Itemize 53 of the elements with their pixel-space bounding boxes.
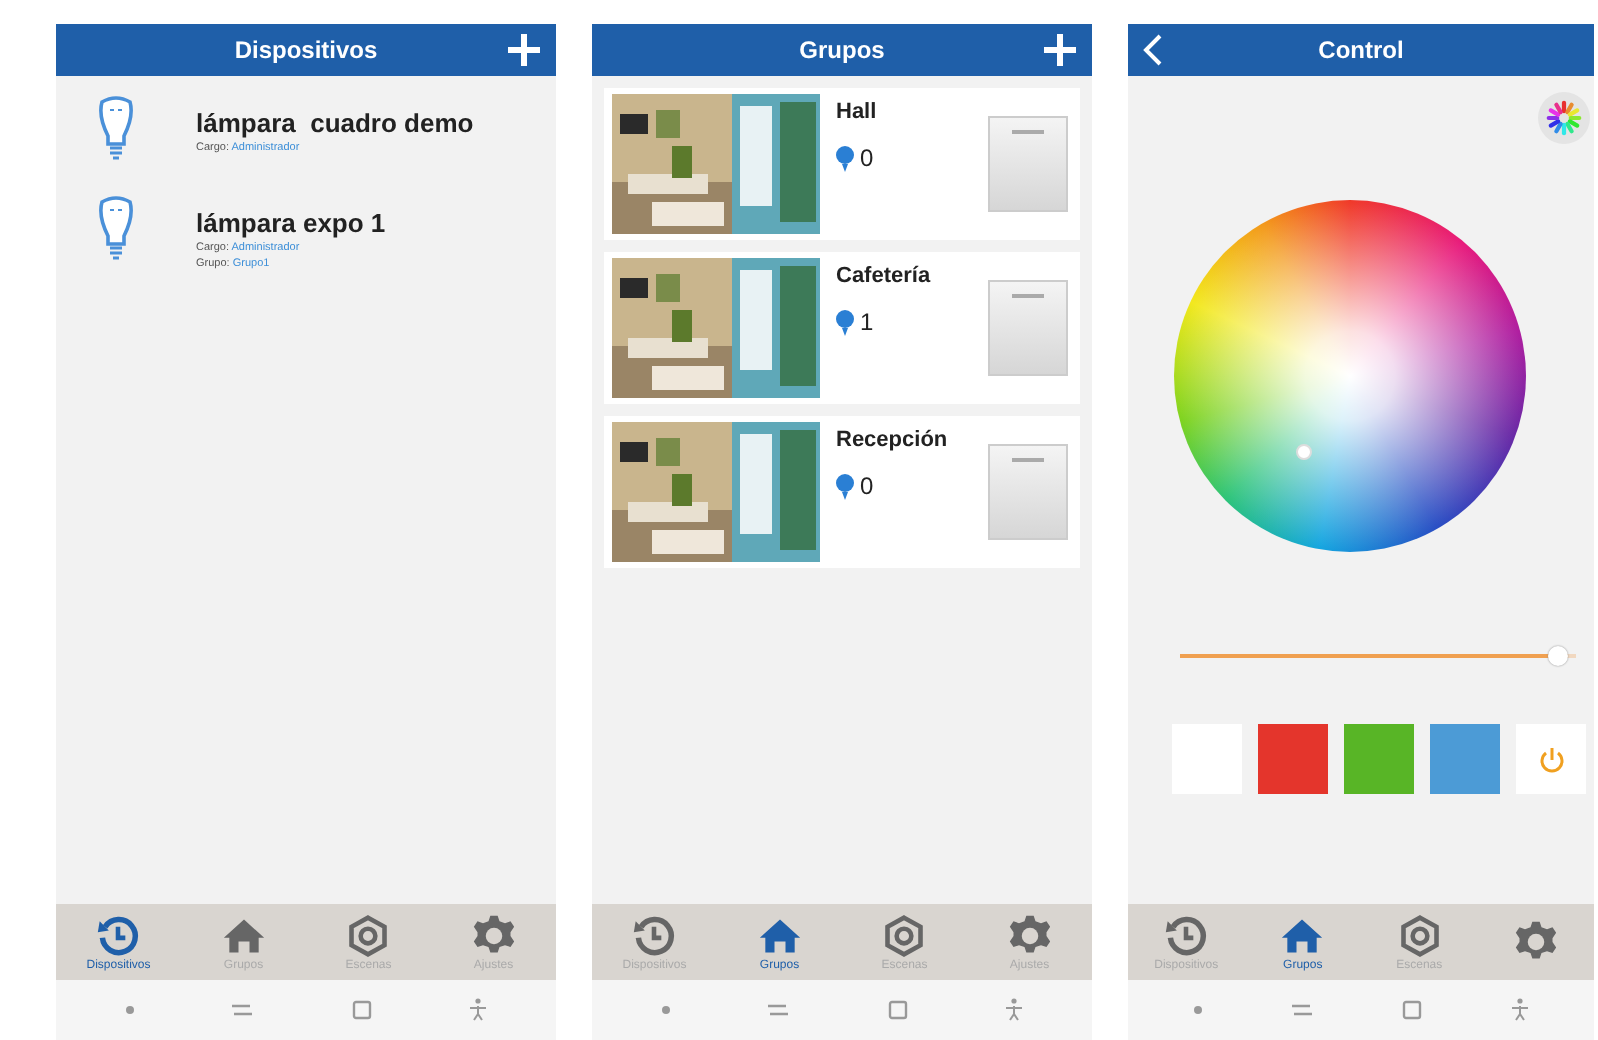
add-button[interactable] [1040, 30, 1080, 70]
recent-apps-icon[interactable] [1291, 1002, 1312, 1018]
color-palette-button[interactable] [1538, 92, 1590, 144]
slider-thumb[interactable] [1548, 646, 1569, 666]
device-count: 0 [860, 472, 874, 500]
color-swatch[interactable] [1344, 724, 1414, 794]
screen-title: Control [1318, 36, 1404, 64]
history-icon [96, 913, 141, 957]
recent-apps-icon[interactable] [232, 1002, 253, 1018]
device-name[interactable]: lámpara expo 1 [196, 208, 386, 238]
bulb-pin-icon [836, 309, 854, 335]
add-button[interactable] [504, 30, 544, 70]
switch-button[interactable] [988, 280, 1068, 376]
accessibility-icon[interactable] [1512, 998, 1529, 1022]
gear-icon [1513, 920, 1558, 964]
group-card[interactable]: Hall 0 [604, 88, 1080, 240]
gear-icon [1007, 913, 1052, 957]
device-count: 0 [860, 144, 874, 172]
screen-title: Grupos [799, 36, 885, 64]
group-name: Cafetería [836, 264, 933, 288]
power-icon [1537, 745, 1565, 773]
bulb-pin-icon [836, 473, 854, 499]
hexagon-icon [346, 913, 391, 957]
light-bulb-icon[interactable] [96, 96, 136, 160]
accessibility-icon[interactable] [470, 998, 487, 1022]
dot-icon[interactable] [661, 1006, 670, 1014]
bulb-pin-icon [836, 145, 854, 171]
home-square-icon[interactable] [1402, 1000, 1423, 1020]
color-swatch[interactable] [1430, 724, 1500, 794]
power-button[interactable] [1516, 724, 1586, 794]
switch-button[interactable] [988, 116, 1068, 212]
home-square-icon[interactable] [351, 1000, 372, 1020]
group-name: Hall [836, 100, 879, 124]
dot-icon[interactable] [1193, 1006, 1202, 1014]
recent-apps-icon[interactable] [768, 1002, 789, 1018]
accessibility-icon[interactable] [1006, 998, 1023, 1022]
group-card[interactable]: Cafetería 1 [604, 252, 1080, 404]
device-count: 1 [860, 308, 874, 336]
device-name[interactable]: lámpara cuadro demo [196, 108, 474, 138]
dot-icon[interactable] [125, 1006, 134, 1014]
hexagon-icon [1397, 913, 1442, 957]
hexagon-icon [882, 913, 927, 957]
light-bulb-icon[interactable] [96, 196, 136, 260]
group-card[interactable]: Recepción 0 [604, 416, 1080, 568]
color-swatch[interactable] [1258, 724, 1328, 794]
switch-button[interactable] [988, 444, 1068, 540]
brightness-slider[interactable] [1180, 644, 1576, 668]
history-icon [1164, 913, 1209, 957]
history-icon [632, 913, 677, 957]
group-name: Recepción [836, 428, 950, 452]
gear-icon [471, 913, 516, 957]
home-square-icon[interactable] [887, 1000, 908, 1020]
screen-title: Dispositivos [234, 36, 378, 64]
